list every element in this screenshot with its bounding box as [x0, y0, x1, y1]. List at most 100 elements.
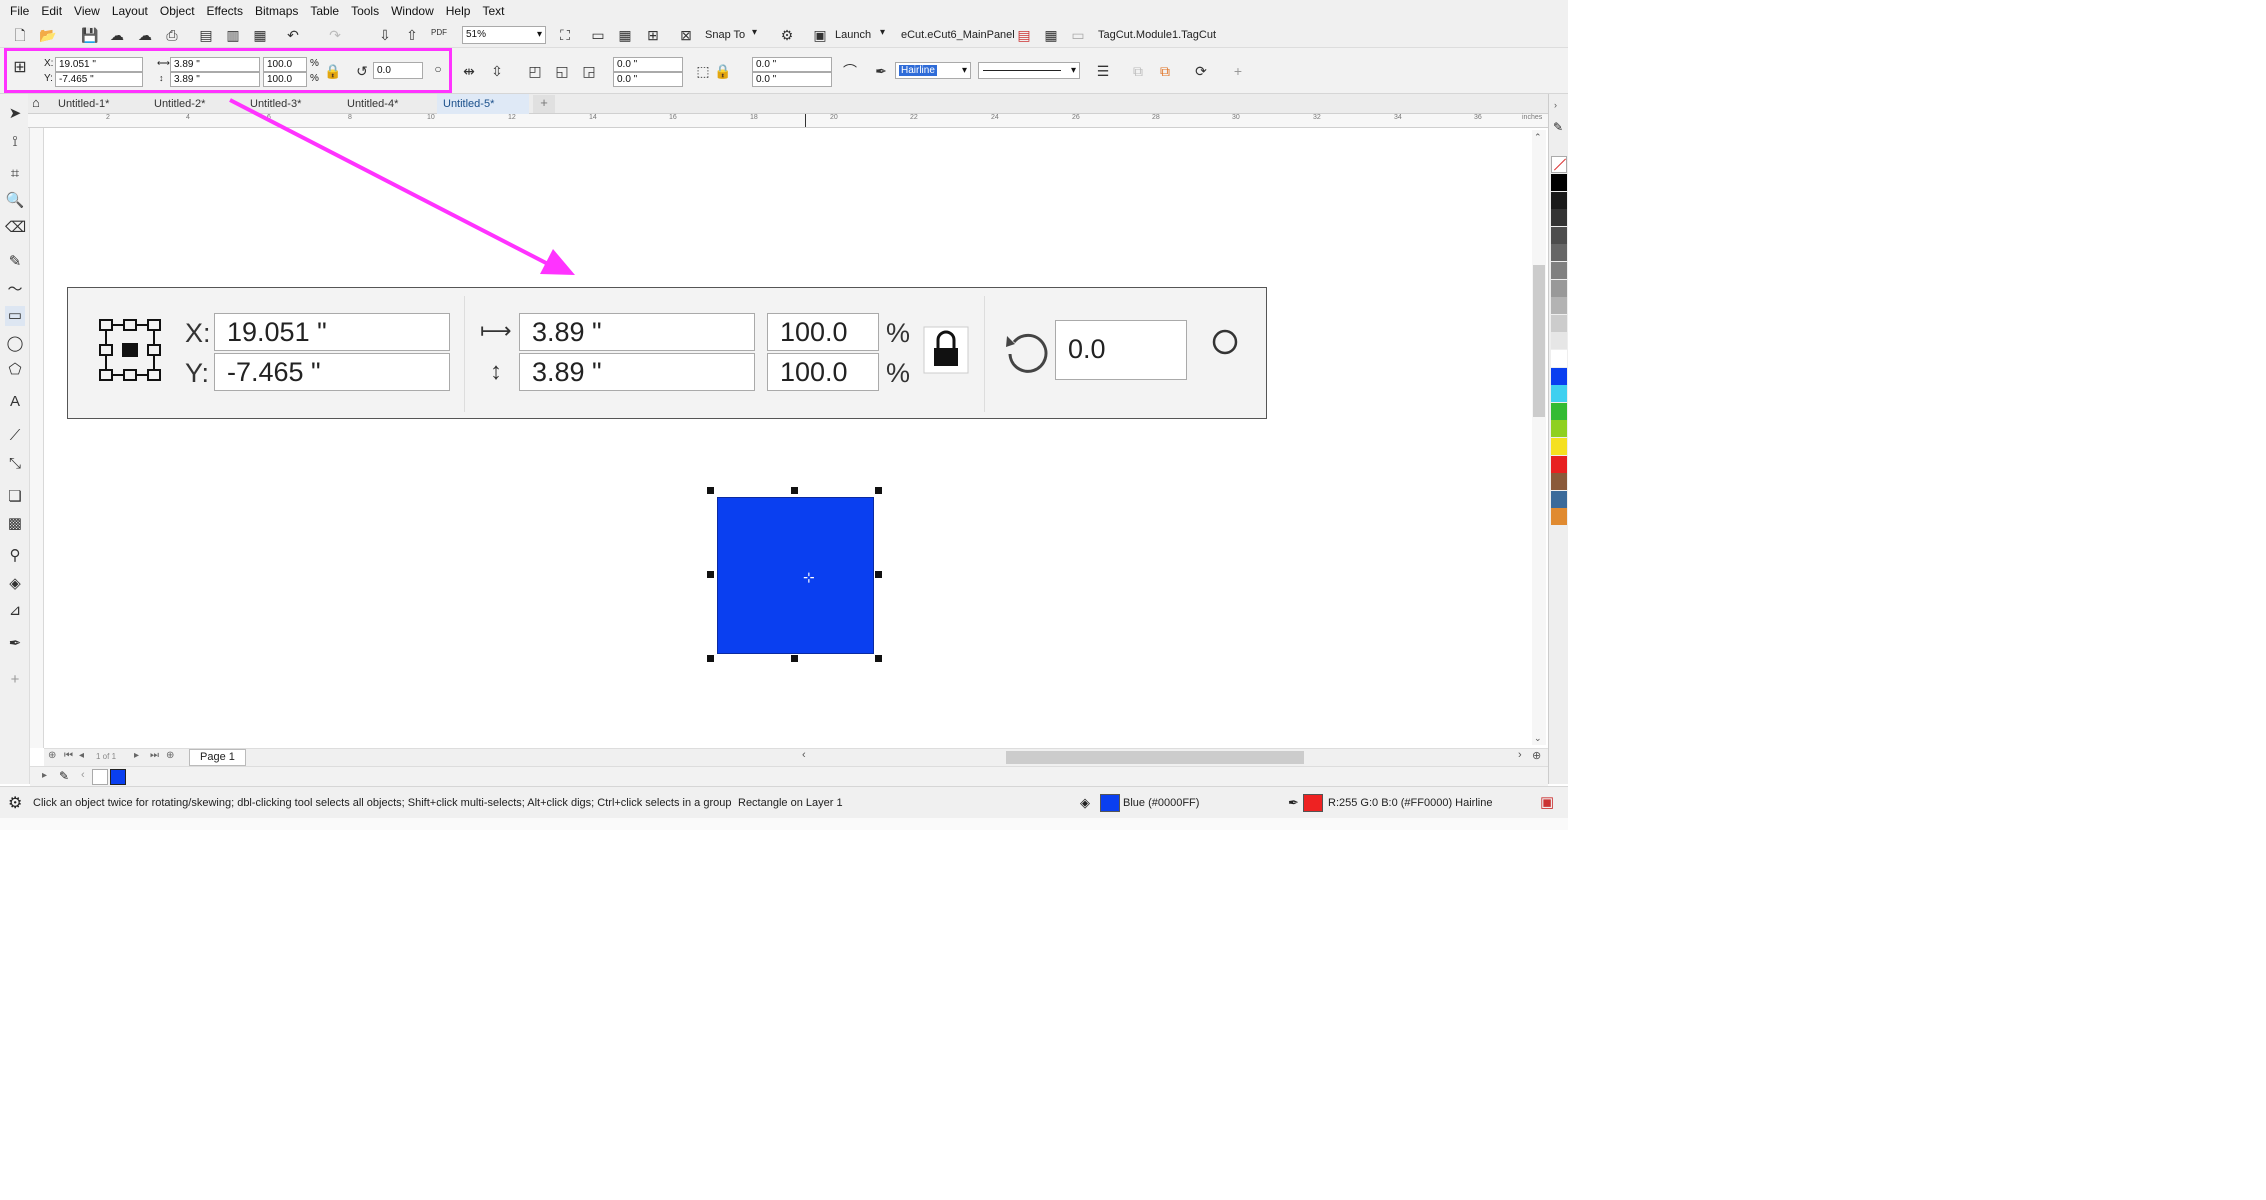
export-icon[interactable]: ⇧ — [402, 25, 422, 45]
snap-to-dropdown[interactable]: Snap To — [705, 29, 745, 41]
export-pdf-icon[interactable]: PDF — [429, 23, 449, 43]
drawing-canvas[interactable]: ⊹ — [45, 129, 1532, 746]
shape-tool-icon[interactable]: ⟟ — [5, 132, 25, 152]
no-color-swatch[interactable] — [1551, 156, 1567, 173]
menu-help[interactable]: Help — [440, 0, 477, 22]
selection-handle[interactable] — [707, 571, 714, 578]
add-tab-icon[interactable]: + — [533, 95, 555, 113]
scroll-left-icon[interactable]: ‹ — [802, 749, 806, 761]
mirror-horizontal-icon[interactable]: ⇹ — [459, 61, 479, 81]
line-style-select[interactable]: ▾ — [978, 62, 1080, 79]
corner-radius-top-right[interactable]: 0.0 " — [752, 57, 832, 72]
tab-untitled-3[interactable]: Untitled-3* — [244, 94, 336, 114]
palette-swatch[interactable] — [1551, 314, 1567, 332]
palette-swatch[interactable] — [1551, 385, 1567, 403]
expand-icon[interactable]: ▸ — [42, 770, 47, 781]
show-grid-icon[interactable]: ▦ — [615, 25, 635, 45]
round-corner-icon[interactable]: ◰ — [525, 61, 545, 81]
palette-swatch[interactable] — [1551, 174, 1567, 191]
scroll-left-icon[interactable]: ‹ — [81, 769, 85, 781]
add-tool-icon[interactable]: + — [5, 670, 25, 690]
palette-swatch[interactable] — [1551, 209, 1567, 227]
menu-object[interactable]: Object — [154, 0, 201, 22]
callout-height-input[interactable]: 3.89 " — [519, 353, 755, 391]
gear-icon[interactable]: ⚙ — [8, 793, 22, 813]
chamfered-corner-icon[interactable]: ◲ — [579, 61, 599, 81]
paste-icon[interactable]: ▦ — [250, 25, 270, 45]
palette-swatch[interactable] — [1551, 420, 1567, 438]
wrap-text-icon[interactable]: ☰ — [1093, 61, 1113, 81]
menu-bitmaps[interactable]: Bitmaps — [249, 0, 304, 22]
last-page-icon[interactable]: ⏭ — [150, 750, 159, 761]
polygon-tool-icon[interactable]: ⬠ — [5, 360, 25, 380]
color-proof-icon[interactable]: ▣ — [1540, 793, 1554, 811]
ellipse-tool-icon[interactable]: ◯ — [5, 334, 25, 354]
tab-untitled-5[interactable]: Untitled-5* — [437, 94, 529, 114]
palette-swatch[interactable] — [1551, 455, 1567, 473]
scroll-right-icon[interactable]: › — [1518, 749, 1522, 761]
palette-swatch[interactable] — [1551, 191, 1567, 209]
text-tool-icon[interactable]: A — [5, 392, 25, 412]
cloud-download-icon[interactable]: ☁ — [107, 25, 127, 45]
connector-tool-icon[interactable]: ⤡ — [5, 454, 25, 474]
selection-handle[interactable] — [707, 655, 714, 662]
mirror-vertical-icon[interactable]: ⇳ — [487, 61, 507, 81]
blue-document-swatch[interactable] — [110, 769, 126, 785]
calendar-icon[interactable]: ▤ — [1014, 25, 1034, 45]
eraser-tool-icon[interactable]: ⌫ — [5, 218, 26, 238]
tab-untitled-4[interactable]: Untitled-4* — [341, 94, 433, 114]
eyedropper-tool-icon[interactable]: ⚲ — [5, 546, 25, 566]
save-icon[interactable]: 💾 — [80, 25, 100, 45]
full-screen-preview-icon[interactable]: ▭ — [588, 25, 608, 45]
callout-rotation-input[interactable]: 0.0 — [1055, 320, 1187, 380]
undo-icon[interactable]: ↶ — [283, 25, 303, 45]
eyedropper-icon[interactable]: ✎ — [59, 769, 69, 783]
rectangle-tool-icon[interactable]: ▭ — [5, 306, 25, 326]
smart-fill-icon[interactable]: ⊿ — [5, 601, 25, 621]
ecut-panel-macro[interactable]: eCut.eCut6_MainPanel — [901, 29, 1015, 41]
menu-effects[interactable]: Effects — [201, 0, 249, 22]
palette-swatch[interactable] — [1551, 367, 1567, 385]
palette-swatch[interactable] — [1551, 279, 1567, 297]
table-icon[interactable]: ▦ — [1041, 25, 1061, 45]
vertical-scrollbar[interactable]: ⌃ ⌄ — [1532, 130, 1546, 745]
selection-handle[interactable] — [791, 655, 798, 662]
outline-width-select[interactable]: Hairline ▾ — [895, 62, 971, 79]
scalloped-corner-icon[interactable]: ◱ — [552, 61, 572, 81]
palette-swatch[interactable] — [1551, 490, 1567, 508]
open-folder-icon[interactable]: 📂 — [38, 25, 58, 45]
callout-width-input[interactable]: 3.89 " — [519, 313, 755, 351]
edit-corners-together-icon[interactable]: ⬚ — [693, 61, 713, 81]
menu-window[interactable]: Window — [385, 0, 440, 22]
home-icon[interactable]: ⌂ — [32, 95, 40, 110]
dimension-tool-icon[interactable]: ⟋ — [5, 426, 25, 446]
interactive-fill-icon[interactable]: ◈ — [5, 574, 25, 594]
tagcut-macro[interactable]: TagCut.Module1.TagCut — [1098, 29, 1216, 41]
palette-swatch[interactable] — [1551, 438, 1567, 455]
scroll-down-icon[interactable]: ⌄ — [1534, 733, 1542, 744]
cut-icon[interactable]: ▤ — [196, 25, 216, 45]
relative-corner-scaling-icon[interactable]: ⌒ — [840, 61, 860, 81]
callout-scale-width-input[interactable]: 100.0 — [767, 313, 879, 351]
palette-swatch[interactable] — [1551, 402, 1567, 420]
menu-view[interactable]: View — [68, 0, 106, 22]
scroll-up-icon[interactable]: ⌃ — [1534, 132, 1542, 143]
palette-swatch[interactable] — [1551, 332, 1567, 350]
freehand-tool-icon[interactable]: ✎ — [5, 252, 25, 272]
menu-table[interactable]: Table — [304, 0, 345, 22]
import-icon[interactable]: ⇩ — [375, 25, 395, 45]
to-front-icon[interactable]: ⧉ — [1128, 61, 1148, 81]
convert-to-curves-icon[interactable]: ⟳ — [1191, 61, 1211, 81]
transparency-tool-icon[interactable]: ▩ — [5, 514, 25, 534]
palette-swatch[interactable] — [1551, 262, 1567, 279]
add-icon[interactable]: + — [1228, 61, 1248, 81]
previous-page-icon[interactable]: ◂ — [79, 750, 84, 761]
tab-untitled-2[interactable]: Untitled-2* — [148, 94, 240, 114]
menu-edit[interactable]: Edit — [35, 0, 68, 22]
no-color-swatch[interactable] — [92, 769, 108, 785]
selection-handle[interactable] — [875, 655, 882, 662]
add-page-before-icon[interactable]: ⊕ — [48, 750, 56, 761]
show-guidelines-icon[interactable]: ⊞ — [643, 25, 663, 45]
chevron-down-icon[interactable]: ▾ — [752, 27, 757, 38]
redo-icon[interactable]: ↷ — [325, 25, 345, 45]
